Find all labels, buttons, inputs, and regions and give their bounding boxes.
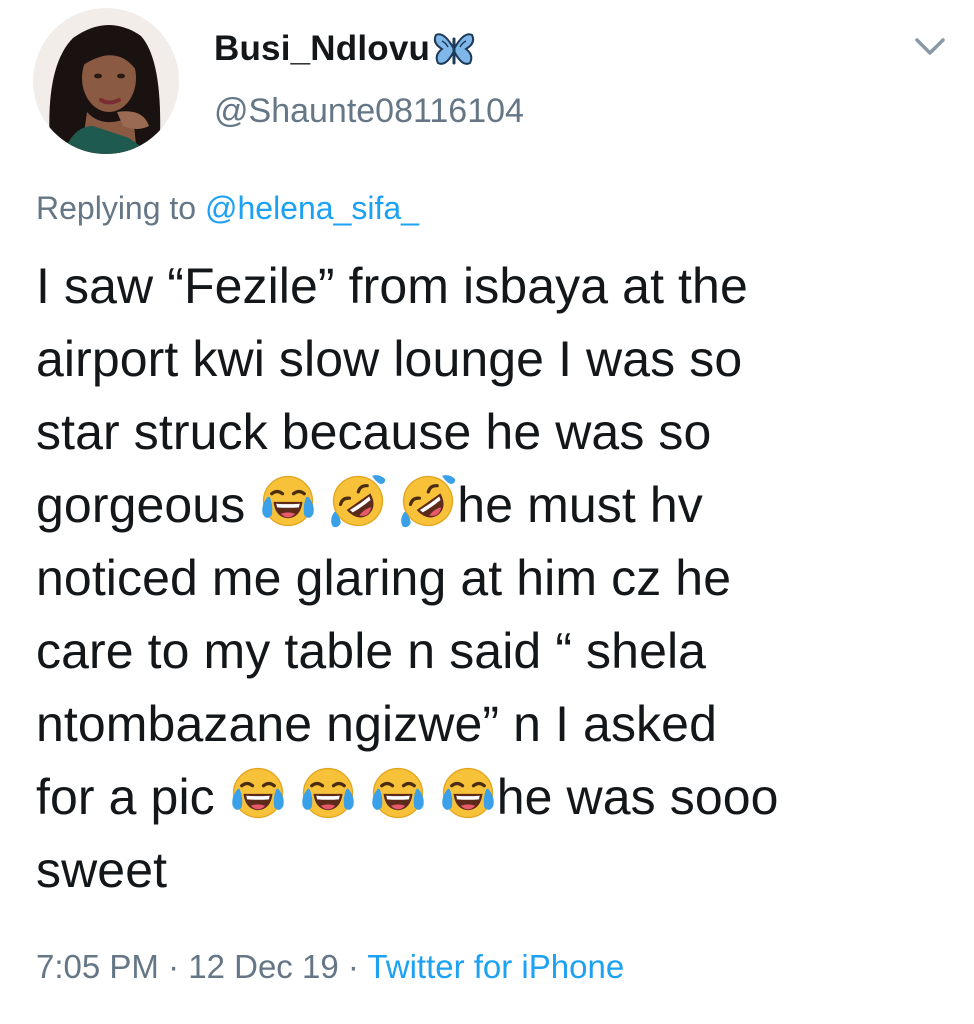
reply-prefix: Replying to xyxy=(36,190,205,226)
face-with-tears-of-joy-icon xyxy=(260,474,316,528)
tweet-text-segment: for a pic xyxy=(36,769,229,825)
meta-separator: · xyxy=(338,948,368,985)
butterfly-icon xyxy=(434,33,475,65)
tweet-source-link[interactable]: Twitter for iPhone xyxy=(367,948,624,985)
rolling-on-the-floor-laughing-icon xyxy=(329,472,388,530)
tweet-text-line: airport kwi slow lounge I was so xyxy=(36,331,743,387)
meta-separator: · xyxy=(158,948,189,985)
face-with-tears-of-joy-icon xyxy=(300,766,356,820)
rolling-on-the-floor-laughing-icon xyxy=(399,472,458,530)
face-with-tears-of-joy-icon xyxy=(370,766,426,820)
user-handle[interactable]: @Shaunte08116104 xyxy=(214,92,524,131)
tweet-text-line: star struck because he was so xyxy=(36,404,712,460)
author-name-row[interactable]: Busi_Ndlovu xyxy=(214,26,476,72)
tweet-text-segment: he must hv xyxy=(457,477,703,533)
tweet-text-segment: he was sooo xyxy=(496,769,779,825)
tweet-text-line: for a pic he was sooo xyxy=(36,761,936,834)
tweet-text-segment: gorgeous xyxy=(36,477,260,533)
chevron-down-icon[interactable] xyxy=(914,36,946,58)
face-with-tears-of-joy-icon xyxy=(440,766,496,820)
tweet-text-line: care to my table n said “ shela xyxy=(36,623,707,679)
tweet-card: Busi_Ndlovu @Shaunte08116104 Replying to… xyxy=(0,0,974,1024)
tweet-text: I saw “Fezile” from isbaya at the airpor… xyxy=(36,250,936,907)
reply-context: Replying to @helena_sifa_ xyxy=(36,190,419,227)
tweet-text-line: ntombazane ngizwe” n I asked xyxy=(36,696,717,752)
tweet-time: 7:05 PM xyxy=(36,948,159,985)
tweet-text-line: noticed me glaring at him cz he xyxy=(36,550,732,606)
tweet-text-line: gorgeous he must hv xyxy=(36,469,936,542)
display-name[interactable]: Busi_Ndlovu xyxy=(214,29,430,69)
face-with-tears-of-joy-icon xyxy=(230,766,286,820)
tweet-date: 12 Dec 19 xyxy=(188,948,339,985)
tweet-text-line: sweet xyxy=(36,842,168,898)
tweet-text-line: I saw “Fezile” from isbaya at the xyxy=(36,258,748,314)
avatar[interactable] xyxy=(33,8,179,154)
tweet-meta: 7:05 PM · 12 Dec 19 · Twitter for iPhone xyxy=(36,948,624,986)
reply-mention-link[interactable]: @helena_sifa_ xyxy=(205,190,419,226)
